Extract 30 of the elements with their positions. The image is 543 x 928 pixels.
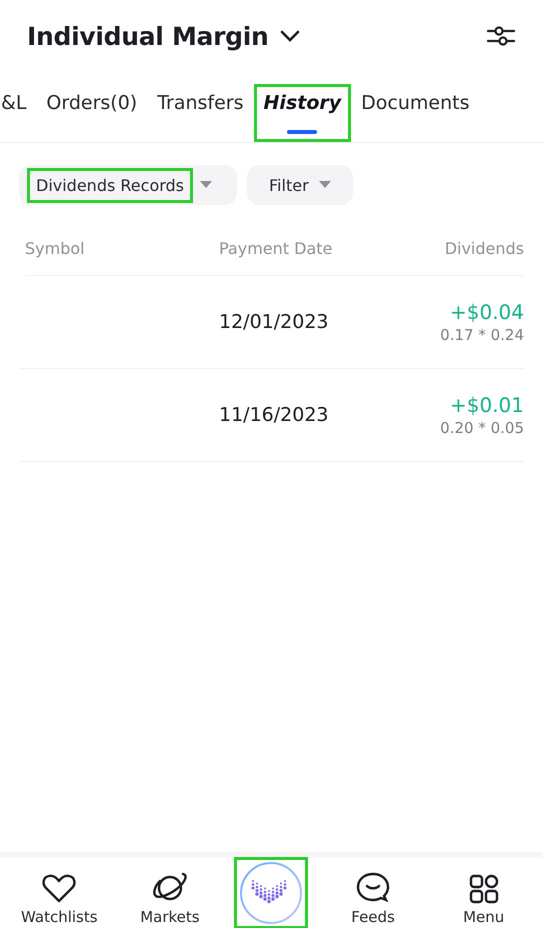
chevron-down-icon[interactable] <box>278 29 301 43</box>
chat-bubble-icon <box>356 872 390 904</box>
nav-item[interactable]: Watchlists <box>14 858 104 928</box>
nav-item[interactable]: Feeds <box>328 858 418 928</box>
payment-date: 11/16/2023 <box>219 404 330 426</box>
tab[interactable]: &L <box>1 84 36 142</box>
nav-item[interactable]: Menu <box>438 858 529 928</box>
tab[interactable]: Orders(0) <box>36 84 148 142</box>
dropdown-arrow-icon <box>200 181 212 189</box>
smile-logo-icon <box>239 861 304 925</box>
column-header: Dividends <box>444 239 524 258</box>
dividend-amount: +$0.01 <box>450 393 524 417</box>
home-logo-button[interactable] <box>235 858 308 928</box>
column-header: Payment Date <box>219 239 334 258</box>
dividend-calculation: 0.17 * 0.24 <box>440 326 524 344</box>
grid-icon <box>468 874 499 904</box>
filter-dropdown[interactable]: Filter <box>247 165 353 205</box>
filter-dropdown[interactable]: Dividends Records <box>19 165 238 205</box>
nav-item[interactable]: Markets <box>124 858 215 928</box>
dividend-calculation: 0.20 * 0.05 <box>440 419 524 437</box>
heart-icon <box>42 874 76 904</box>
settings-icon[interactable] <box>487 24 515 48</box>
column-header: Symbol <box>25 239 86 258</box>
dividend-amount: +$0.04 <box>450 300 524 324</box>
tab[interactable]: Transfers <box>147 84 254 142</box>
tab[interactable]: History <box>254 84 352 142</box>
tab[interactable]: Documents <box>351 84 480 142</box>
payment-date: 12/01/2023 <box>219 311 330 333</box>
account-title[interactable]: Individual Margin <box>27 22 269 50</box>
dropdown-arrow-icon <box>318 181 331 189</box>
